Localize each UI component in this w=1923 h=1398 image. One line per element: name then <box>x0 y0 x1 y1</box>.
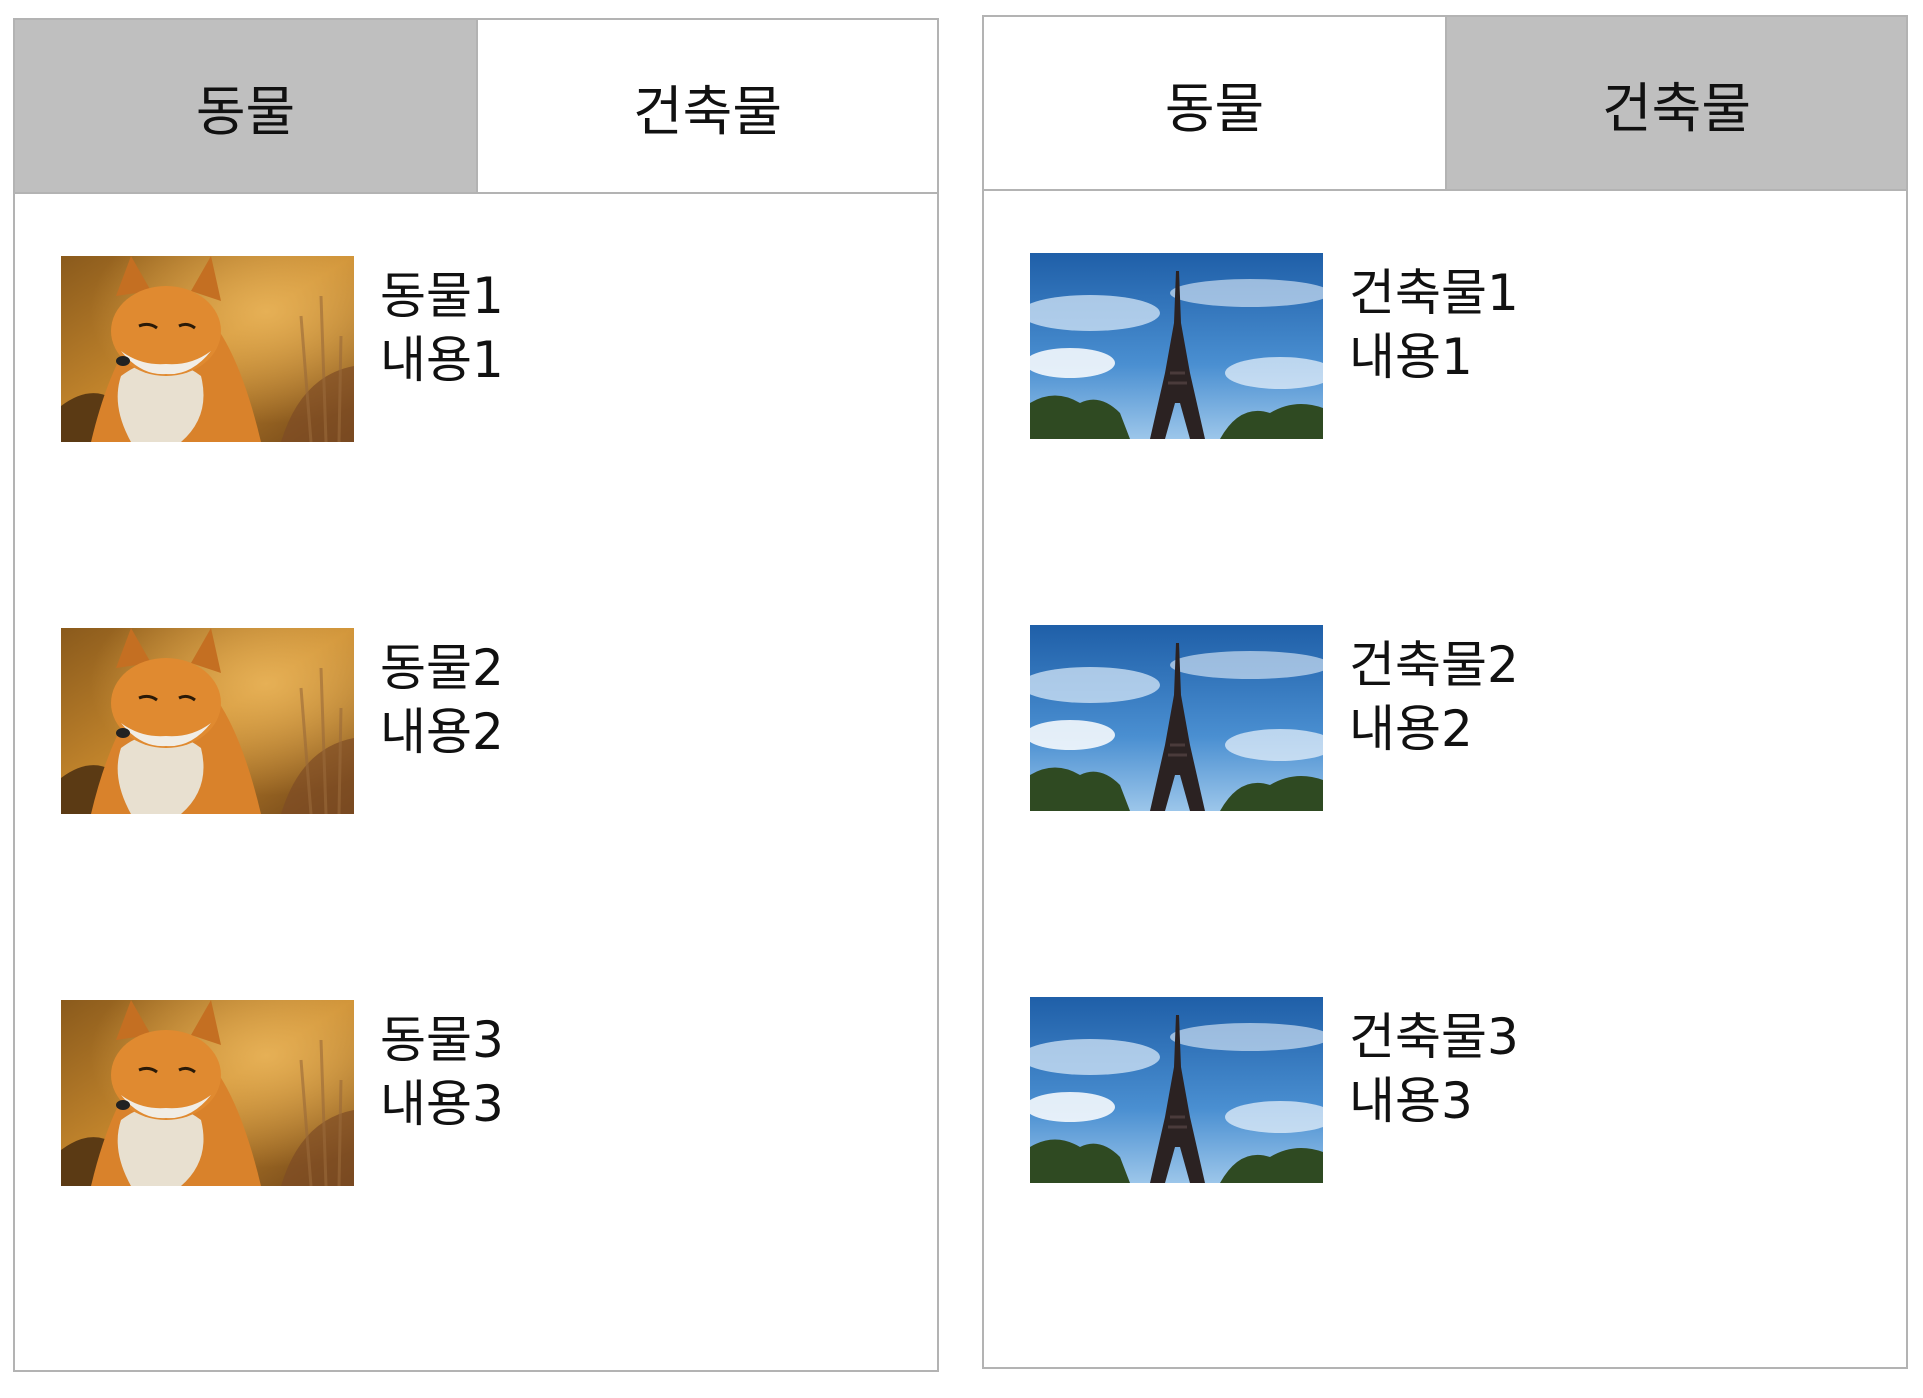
item-content: 내용3 <box>380 1075 504 1133</box>
tab-animals[interactable]: 동물 <box>15 20 476 192</box>
fox-photo <box>61 628 354 814</box>
item-content: 내용1 <box>380 331 504 389</box>
item-content: 내용3 <box>1349 1072 1473 1130</box>
item-content: 내용1 <box>1349 328 1473 386</box>
eiffel-tower-photo <box>1030 625 1323 811</box>
eiffel-tower-photo <box>1030 253 1323 439</box>
item-title: 건축물2 <box>1349 636 1519 694</box>
content-list: 동물1 내용1 동물2 내용2 동물3 내용3 <box>15 194 937 1186</box>
list-item[interactable]: 동물3 내용3 <box>61 1000 937 1186</box>
fox-photo <box>61 1000 354 1186</box>
item-text: 건축물3 내용3 <box>1349 997 1519 1133</box>
item-text: 동물3 내용3 <box>380 1000 504 1136</box>
item-title: 동물2 <box>380 639 504 697</box>
tab-bar: 동물 건축물 <box>15 20 937 194</box>
item-text: 동물1 내용1 <box>380 256 504 392</box>
eiffel-tower-photo <box>1030 997 1323 1183</box>
tab-buildings[interactable]: 건축물 <box>1445 17 1906 189</box>
tab-buildings[interactable]: 건축물 <box>476 20 937 192</box>
tab-panel-buildings: 동물 건축물 건축물1 내용1 건축물2 내용2 건축물3 내용3 <box>982 15 1908 1369</box>
item-text: 건축물2 내용2 <box>1349 625 1519 761</box>
item-content: 내용2 <box>380 703 504 761</box>
item-title: 동물3 <box>380 1011 504 1069</box>
list-item[interactable]: 동물1 내용1 <box>61 256 937 442</box>
item-title: 건축물1 <box>1349 264 1519 322</box>
tab-animals[interactable]: 동물 <box>984 17 1445 189</box>
item-text: 건축물1 내용1 <box>1349 253 1519 389</box>
content-list: 건축물1 내용1 건축물2 내용2 건축물3 내용3 <box>984 191 1906 1183</box>
item-title: 건축물3 <box>1349 1008 1519 1066</box>
list-item[interactable]: 건축물2 내용2 <box>1030 625 1906 811</box>
item-title: 동물1 <box>380 267 504 325</box>
list-item[interactable]: 동물2 내용2 <box>61 628 937 814</box>
list-item[interactable]: 건축물1 내용1 <box>1030 253 1906 439</box>
list-item[interactable]: 건축물3 내용3 <box>1030 997 1906 1183</box>
tab-bar: 동물 건축물 <box>984 17 1906 191</box>
tab-panel-animals: 동물 건축물 동물1 내용1 동물2 내용2 동물3 내용3 <box>13 18 939 1372</box>
item-text: 동물2 내용2 <box>380 628 504 764</box>
fox-photo <box>61 256 354 442</box>
item-content: 내용2 <box>1349 700 1473 758</box>
